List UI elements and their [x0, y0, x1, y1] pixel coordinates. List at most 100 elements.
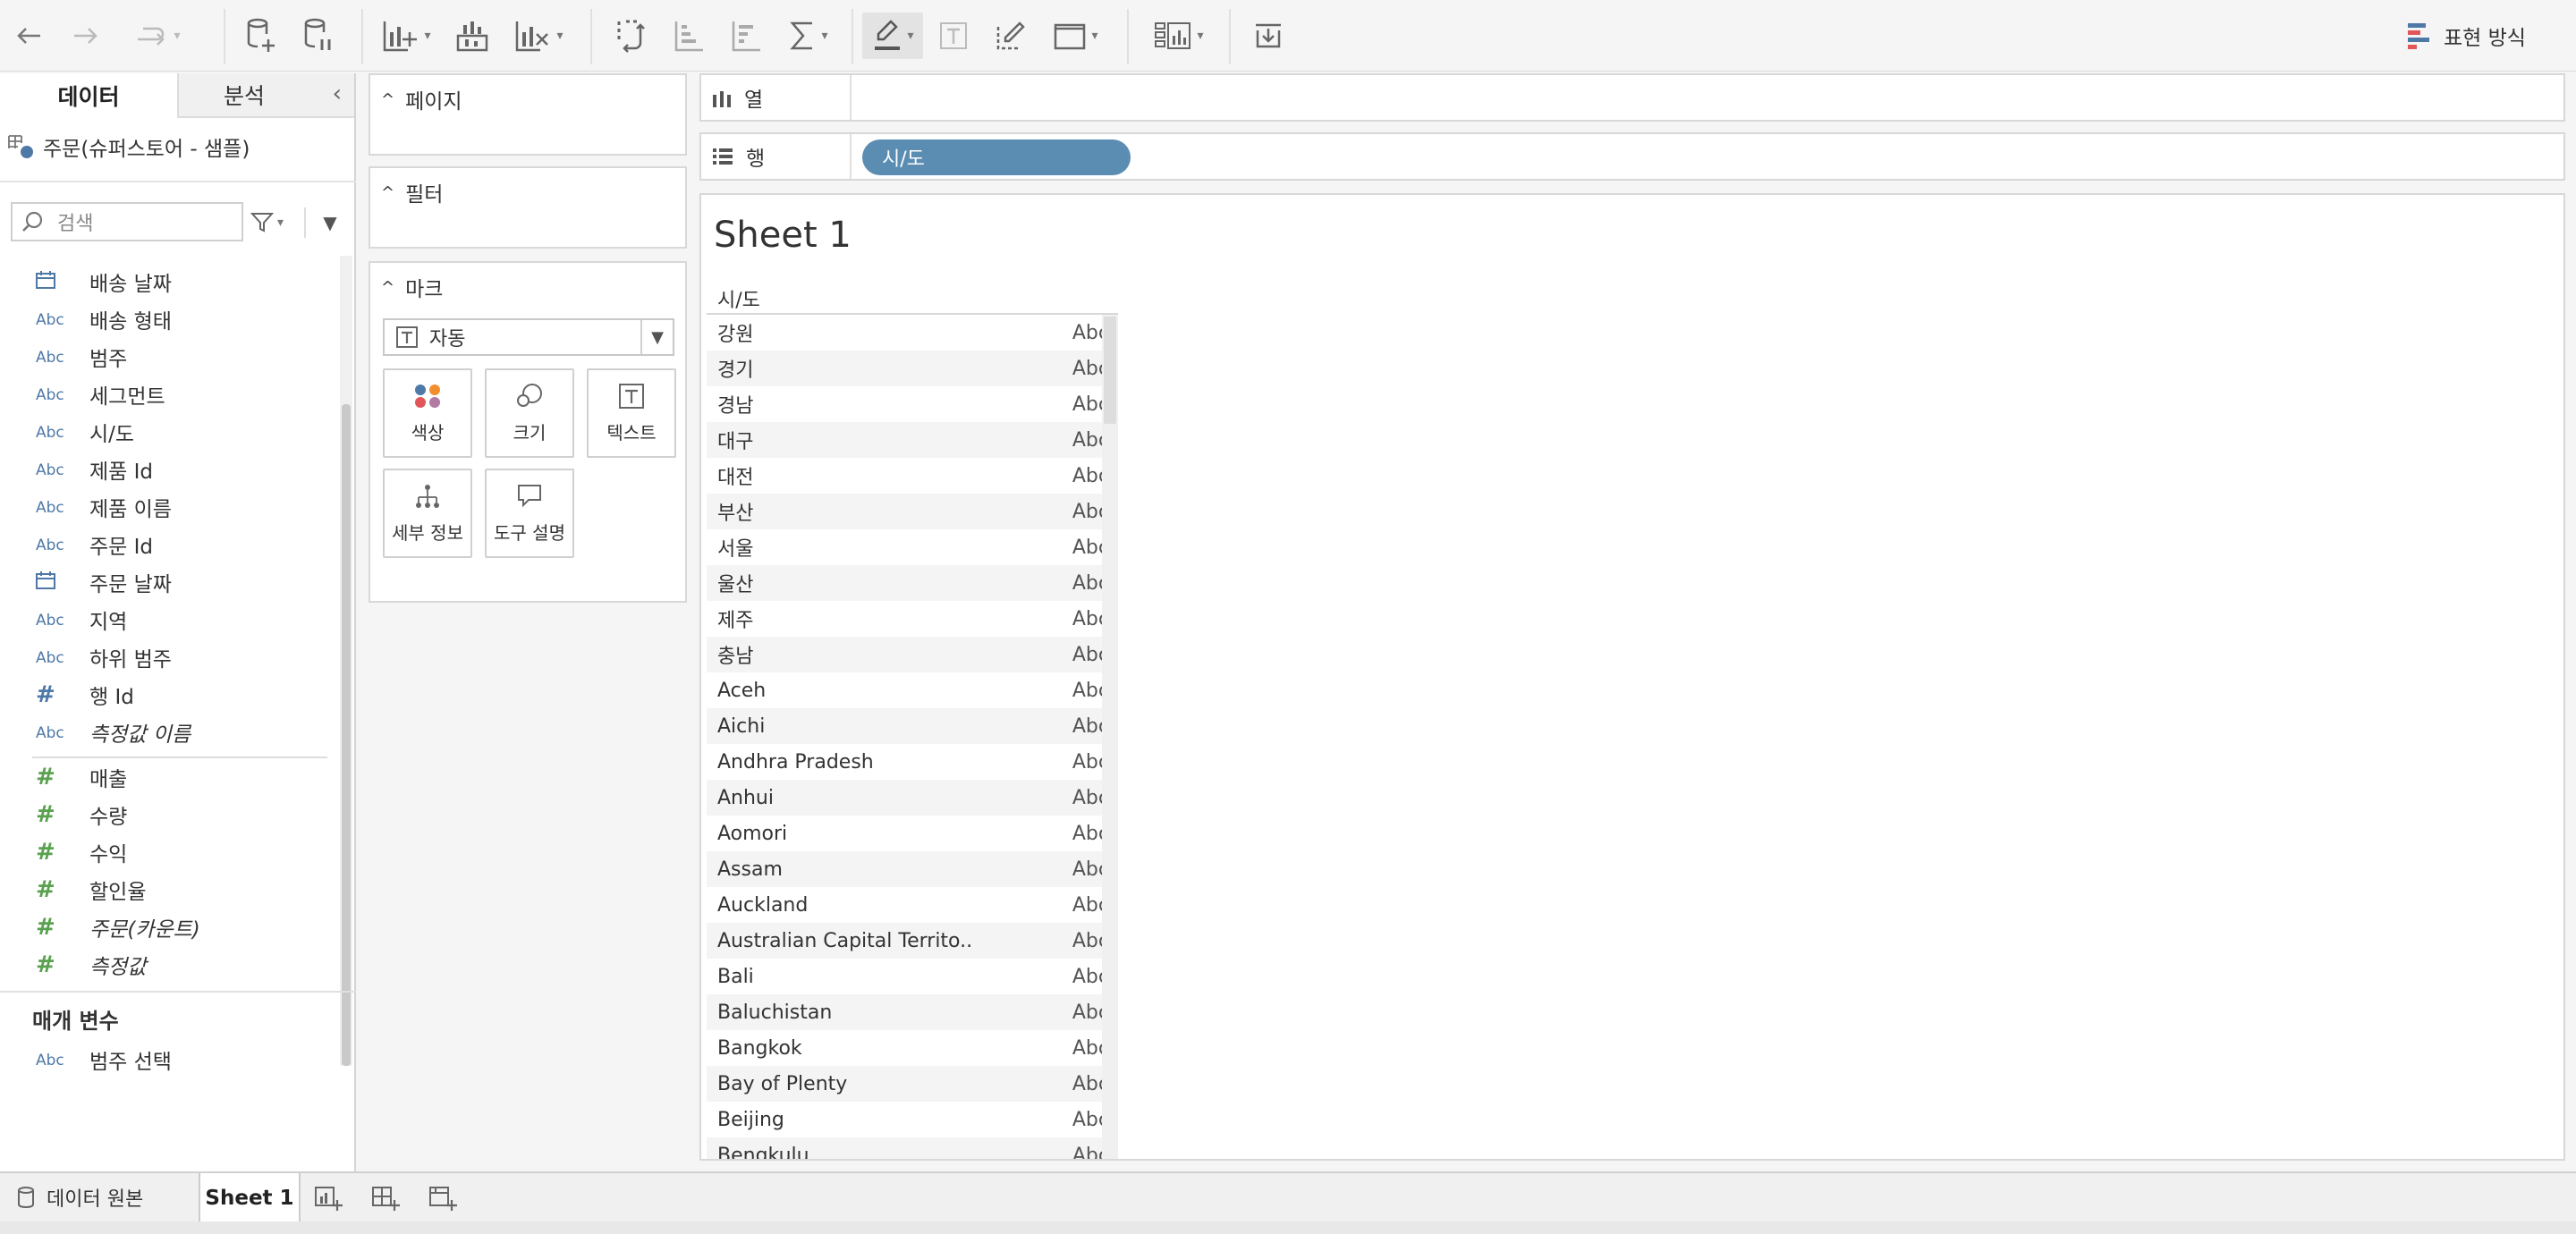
chevron-down-icon[interactable]: ▼ — [640, 320, 673, 354]
swap-button[interactable] — [612, 13, 651, 59]
table-row[interactable]: Aichi Abc — [707, 708, 1118, 744]
dimension-field[interactable]: Abc 제품 Id — [0, 451, 331, 488]
new-story-tab-button[interactable] — [426, 1182, 462, 1214]
color-button[interactable]: 색상 — [383, 368, 472, 458]
dimension-field[interactable]: # 행 Id — [0, 676, 331, 714]
table-row[interactable]: 경남 Abc — [707, 386, 1118, 422]
show-me-button[interactable]: 표현 방식 — [2406, 13, 2549, 59]
show-me-toggle-button[interactable]: ▾ — [1147, 13, 1211, 59]
table-row[interactable]: Assam Abc — [707, 851, 1118, 887]
table-scrollbar-thumb[interactable] — [1104, 317, 1116, 424]
table-row[interactable]: Bangkok Abc — [707, 1030, 1118, 1066]
cell-value: Abc — [1072, 893, 1109, 917]
sheet-tab-sheet1[interactable]: Sheet 1 — [199, 1173, 301, 1223]
table-row[interactable]: 서울 Abc — [707, 529, 1118, 565]
measure-field[interactable]: # 측정값 — [0, 946, 331, 984]
fit-button[interactable]: ▾ — [1048, 13, 1102, 59]
measure-field[interactable]: # 매출 — [0, 758, 331, 796]
table-row[interactable]: Bengkulu Abc — [707, 1137, 1118, 1159]
filter-icon — [250, 213, 274, 232]
table-row[interactable]: Aomori Abc — [707, 816, 1118, 851]
annotate-button[interactable] — [991, 13, 1030, 59]
table-row[interactable]: Aceh Abc — [707, 672, 1118, 708]
size-button[interactable]: 크기 — [485, 368, 574, 458]
pages-card[interactable]: ^ 페이지 — [369, 73, 687, 156]
table-row[interactable]: 제주 Abc — [707, 601, 1118, 637]
tooltip-button[interactable]: 도구 설명 — [485, 469, 574, 558]
dimension-field[interactable]: 주문 날짜 — [0, 563, 331, 601]
table-row[interactable]: Anhui Abc — [707, 780, 1118, 816]
datasource-tab[interactable]: 데이터 원본 — [0, 1173, 193, 1221]
dimension-field[interactable]: Abc 세그먼트 — [0, 376, 331, 413]
new-dashboard-tab-button[interactable] — [369, 1182, 404, 1214]
new-worksheet-tab-button[interactable] — [311, 1182, 347, 1214]
new-worksheet-button[interactable]: ▾ — [379, 13, 433, 59]
scrollbar-thumb[interactable] — [342, 404, 351, 1066]
table-row[interactable]: Beijing Abc — [707, 1102, 1118, 1137]
filters-card[interactable]: ^ 필터 — [369, 166, 687, 249]
table-row[interactable]: Auckland Abc — [707, 887, 1118, 923]
show-mark-labels-button[interactable] — [934, 13, 973, 59]
undo-button[interactable] — [11, 13, 47, 59]
row-pill-city[interactable]: 시/도 — [862, 139, 1131, 175]
pause-updates-button[interactable] — [299, 13, 338, 59]
sort-ascending-button[interactable] — [669, 13, 708, 59]
table-row[interactable]: 울산 Abc — [707, 565, 1118, 601]
dimension-field[interactable]: Abc 시/도 — [0, 413, 331, 451]
detail-button[interactable]: 세부 정보 — [383, 469, 472, 558]
collapse-pane-icon[interactable]: ‹ — [333, 80, 342, 107]
dimension-field[interactable]: Abc 배송 형태 — [0, 300, 331, 338]
dimension-field[interactable]: Abc 주문 Id — [0, 526, 331, 563]
measure-field[interactable]: # 수익 — [0, 833, 331, 871]
view-options-dropdown[interactable]: ▼ — [317, 207, 343, 238]
dimension-field[interactable]: Abc 제품 이름 — [0, 488, 331, 526]
dimension-field[interactable]: Abc 범주 — [0, 338, 331, 376]
mark-type-select[interactable]: 자동 ▼ — [383, 318, 674, 356]
dimension-field[interactable]: Abc 하위 범주 — [0, 638, 331, 676]
table-row[interactable]: 부산 Abc — [707, 494, 1118, 529]
marks-card-title[interactable]: ^ 마크 — [381, 272, 443, 302]
table-row[interactable]: Bali Abc — [707, 959, 1118, 994]
tab-data[interactable]: 데이터 — [0, 73, 177, 118]
table-row[interactable]: 경기 Abc — [707, 351, 1118, 386]
measure-field[interactable]: # 주문(카운트) — [0, 909, 331, 946]
clear-sheet-button[interactable]: ▾ — [512, 13, 565, 59]
table-row[interactable]: Andhra Pradesh Abc — [707, 744, 1118, 780]
table-row[interactable]: 대전 Abc — [707, 458, 1118, 494]
filter-fields-button[interactable]: ▾ — [250, 207, 295, 238]
text-button[interactable]: 텍스트 — [587, 368, 676, 458]
dimension-field[interactable]: 배송 날짜 — [0, 263, 331, 300]
table-scrollbar-track[interactable] — [1102, 315, 1118, 1159]
totals-button[interactable]: ▾ — [784, 13, 834, 59]
sheet-title[interactable]: Sheet 1 — [714, 215, 852, 256]
table-row[interactable]: 충남 Abc — [707, 637, 1118, 672]
replay-button[interactable]: ▾ — [123, 13, 191, 59]
pages-card-title[interactable]: ^ 페이지 — [381, 84, 462, 114]
share-button[interactable] — [1249, 13, 1288, 59]
measure-field[interactable]: # 수량 — [0, 796, 331, 833]
sort-descending-button[interactable] — [726, 13, 766, 59]
dimension-field[interactable]: Abc 지역 — [0, 601, 331, 638]
highlight-button[interactable]: ▾ — [862, 13, 923, 59]
field-label: 주문 날짜 — [89, 573, 172, 596]
field-label: 제품 이름 — [89, 498, 172, 521]
marks-card[interactable]: ^ 마크 자동 ▼ 색상 크기 텍스트 세부 정보 도구 설명 — [369, 261, 687, 603]
row-header: 강원 — [717, 324, 754, 346]
table-row[interactable]: 대구 Abc — [707, 422, 1118, 458]
table-row[interactable]: Bay of Plenty Abc — [707, 1066, 1118, 1102]
duplicate-sheet-button[interactable] — [453, 13, 492, 59]
filters-card-title[interactable]: ^ 필터 — [381, 177, 443, 207]
columns-shelf[interactable]: 열 — [699, 73, 2565, 122]
redo-button[interactable] — [68, 13, 104, 59]
measure-field[interactable]: # 할인율 — [0, 871, 331, 909]
search-input[interactable]: 검색 — [11, 202, 243, 241]
parameter-field[interactable]: Abc 범주 선택 — [0, 1041, 331, 1078]
tab-analysis[interactable]: 분석 ‹ — [177, 73, 354, 118]
column-header[interactable]: 시/도 — [717, 284, 760, 313]
table-row[interactable]: Baluchistan Abc — [707, 994, 1118, 1030]
table-row[interactable]: 강원 Abc — [707, 315, 1118, 351]
new-datasource-button[interactable] — [242, 13, 281, 59]
table-row[interactable]: Australian Capital Territo.. Abc — [707, 923, 1118, 959]
dimension-field[interactable]: Abc 측정값 이름 — [0, 714, 331, 751]
datasource-item[interactable]: 주문(슈퍼스토어 - 샘플) — [7, 129, 250, 165]
